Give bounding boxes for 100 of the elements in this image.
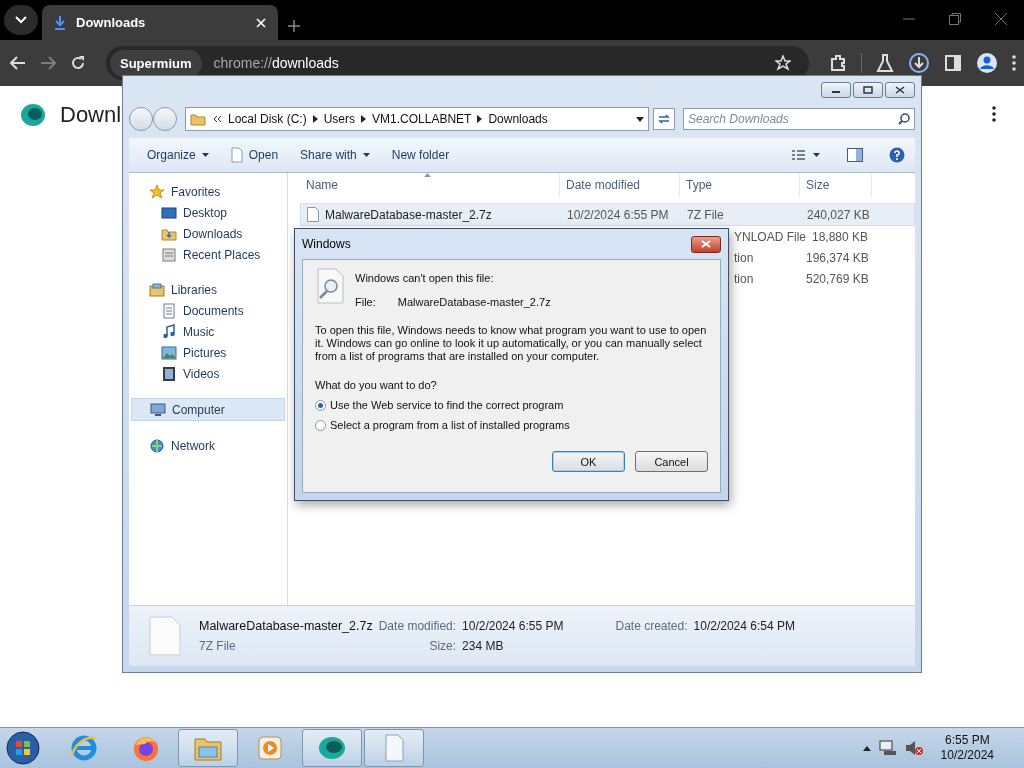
toolbar-button[interactable]: Share with [292,144,378,166]
close-icon [895,86,905,94]
help-icon [889,147,905,163]
date-cell: 10/2/2024 6:55 PM [567,207,669,222]
dialog-question: What do you want to do? [315,379,438,391]
clock-date[interactable]: 10/2/2024 [940,748,994,763]
restore-icon [949,13,961,25]
detail-value: 10/2/2024 6:54 PM [693,619,795,633]
nav-item[interactable]: Libraries [131,279,285,300]
size-cell: 520,769 KB [806,271,869,286]
size-cell: 18,880 KB [811,229,868,244]
address-bar[interactable]: Local Disk (C:) Users VM1.COLLABNET Downloads [185,107,649,131]
more-icon [1012,55,1016,71]
breadcrumb-item[interactable]: Local Disk (C:) [228,112,307,126]
network-icon [878,740,897,756]
download-icon [54,15,66,30]
url-text: chrome://downloads [213,55,340,71]
browser-tab[interactable]: Downloads [42,5,278,40]
type-cell: tion [734,271,754,286]
option-label[interactable]: Select a program from a list of installed programs [330,419,570,431]
file-name: MalwareDatabase-master_2.7z [397,296,551,308]
radio-button[interactable] [315,399,326,411]
refresh-icon [657,113,671,125]
dialog-button[interactable]: Cancel [635,451,708,472]
breadcrumb-item[interactable]: VM1.COLLABNET [372,112,472,126]
dialog-heading: Windows can't open this file: [355,272,495,284]
maximize-button[interactable] [853,82,883,98]
view-options-icon [791,149,821,161]
nav-item[interactable]: Documents [131,300,285,321]
breadcrumb-item[interactable]: Users [323,112,356,126]
maximize-icon [863,86,873,94]
detail-label: Date created: [615,619,688,633]
nav-item[interactable]: Network [131,435,285,456]
desktop-icon [161,204,177,221]
page-icon [230,147,243,163]
new-tab-icon [288,20,300,32]
browser-e-icon [69,733,99,763]
music-icon [161,323,177,340]
dialog-button[interactable]: OK [552,451,625,472]
toolbar-button[interactable]: Organize [139,144,217,166]
file-icon [307,207,319,222]
search-field[interactable]: Search Downloads [683,108,915,130]
media-player-icon [255,733,285,763]
close-button[interactable] [885,82,915,98]
documents-icon [161,302,177,319]
file-row[interactable]: MalwareDatabase-master_2.7z 10/2/2024 6:55 PM 7Z File 240,027 KB [300,203,915,226]
more-icon [992,106,996,122]
close-icon [701,240,711,248]
detail-label: Date modified: [378,619,457,633]
column-header[interactable]: Date modified [560,173,680,197]
star-icon [775,55,791,71]
file-icon [149,616,181,656]
reload-icon [70,55,86,71]
forward-button[interactable] [153,107,177,131]
radio-button[interactable] [315,419,326,431]
nav-item[interactable]: Favorites [131,181,285,202]
close-button[interactable] [691,235,721,253]
file-type: 7Z File [199,639,237,653]
tab-search-button[interactable] [4,5,38,35]
app-logo-icon [20,102,46,128]
nav-item[interactable]: Computer [131,398,285,421]
site-chip[interactable]: Supermium [110,49,202,77]
breadcrumb-item[interactable]: Downloads [488,112,548,126]
library-icon [149,281,165,298]
search-icon [898,113,910,125]
column-header[interactable]: Type [680,173,800,197]
arrow-right-icon [361,115,367,123]
nav-item[interactable]: Recent Places [131,244,285,265]
minimize-button[interactable] [821,82,851,98]
pictures-icon [161,344,177,361]
column-header[interactable]: Name [300,173,560,197]
page-title: Downl [60,102,122,128]
nav-item[interactable]: Videos [131,363,285,384]
refresh-button[interactable] [653,108,675,130]
chevrons-icon [212,115,222,123]
back-button[interactable] [129,107,153,131]
toolbar-button[interactable]: Open [222,143,287,167]
nav-item[interactable]: Desktop [131,202,285,223]
dropdown-icon [362,153,370,157]
type-cell: YNLOAD File [734,229,807,244]
film-icon [161,365,177,382]
tray-arrow-icon [862,745,871,751]
volume-muted-icon [904,740,923,756]
taskbar-button[interactable] [364,729,424,767]
nav-item[interactable]: Downloads [131,223,285,244]
network-icon [149,437,165,454]
detail-value: 10/2/2024 6:55 PM [462,619,564,633]
toolbar-button[interactable]: New folder [383,144,458,166]
nav-item[interactable]: Music [131,321,285,342]
close-icon [995,13,1007,25]
taskbar-button[interactable] [302,729,362,767]
column-header[interactable]: Size [800,173,872,197]
clock-time[interactable]: 6:55 PM [944,733,990,748]
option-label[interactable]: Use the Web service to find the correct program [330,399,564,411]
chevron-down-icon [15,16,27,24]
nav-item[interactable]: Pictures [131,342,285,363]
file-name: MalwareDatabase-master_2.7z [325,207,492,222]
type-cell: tion [734,250,754,265]
file-name: MalwareDatabase-master_2.7z [199,619,373,633]
side-panel-icon [944,54,962,72]
